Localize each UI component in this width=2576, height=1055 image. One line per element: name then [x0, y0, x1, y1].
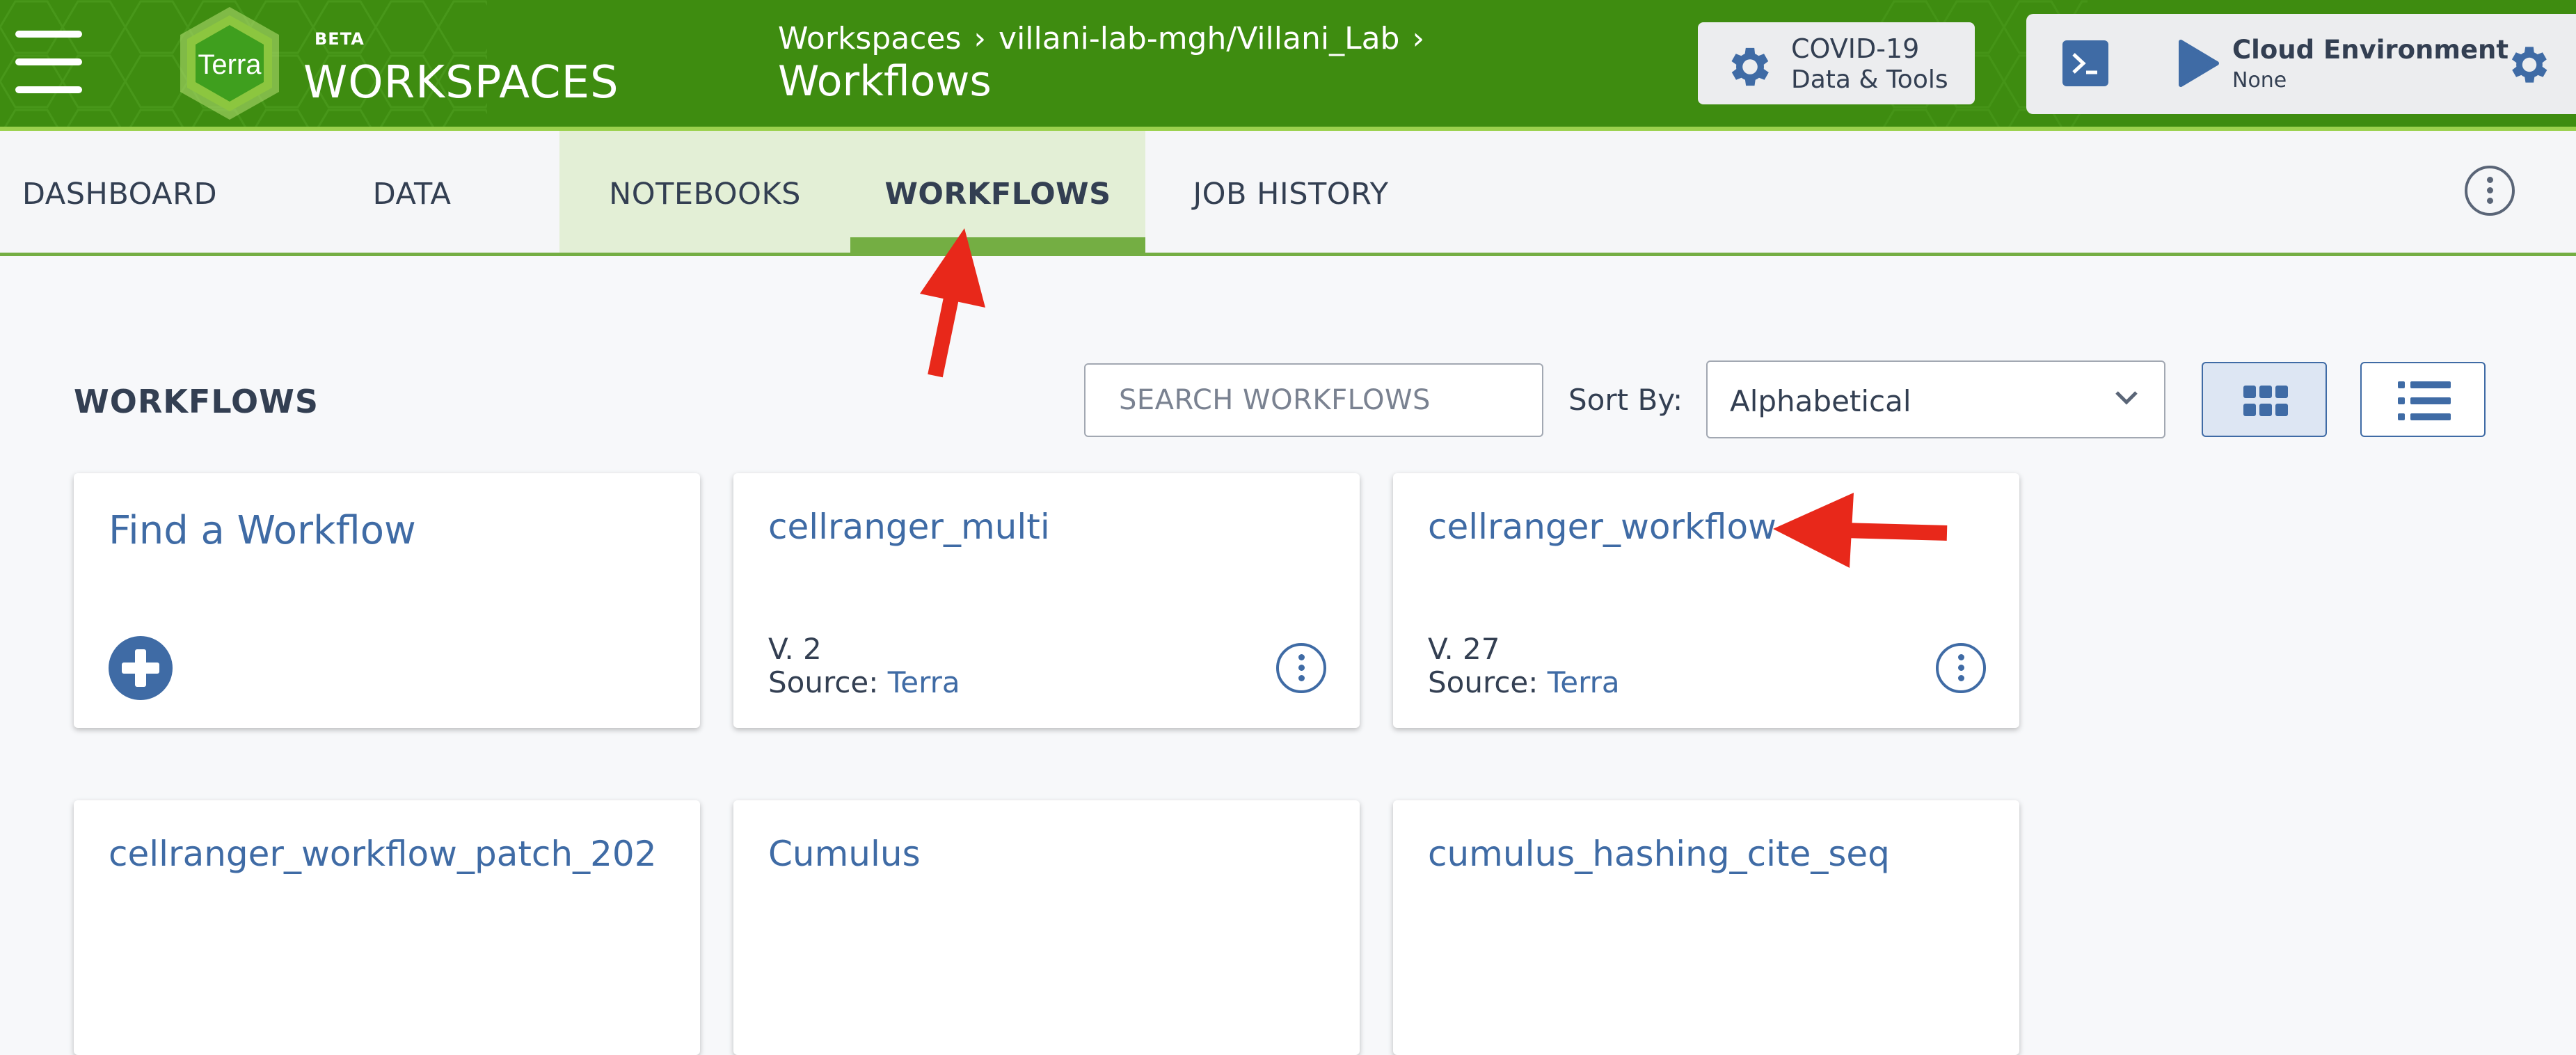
workflow-card: cellranger_multi V. 2 Source: Terra: [733, 473, 1360, 728]
covid-button-line1: COVID-19: [1791, 33, 1920, 64]
tab-job-history[interactable]: JOB HISTORY: [1162, 131, 1420, 253]
workflow-menu-kebab-icon[interactable]: [1936, 643, 1986, 693]
workflow-version: V. 2: [768, 632, 822, 666]
workflow-name-link[interactable]: cellranger_workflow_patch_202: [109, 834, 657, 874]
list-view-icon: [2398, 381, 2451, 420]
tab-label: WORKFLOWS: [884, 177, 1111, 212]
find-workflow-card[interactable]: Find a Workflow: [74, 473, 700, 728]
tab-data[interactable]: DATA: [323, 131, 501, 253]
tab-dashboard[interactable]: DASHBOARD: [0, 131, 239, 253]
covid-data-tools-button[interactable]: COVID-19 Data & Tools: [1698, 22, 1975, 104]
tab-notebooks[interactable]: NOTEBOOKS: [559, 131, 850, 253]
beta-badge: BETA: [315, 29, 365, 49]
main-menu-button[interactable]: [15, 31, 82, 93]
cloud-settings-gear-icon[interactable]: [2505, 40, 2554, 89]
tab-label: NOTEBOOKS: [609, 177, 801, 212]
breadcrumb-separator: ›: [1412, 21, 1425, 56]
grid-view-icon: [2243, 386, 2288, 416]
tab-workflows[interactable]: WORKFLOWS: [850, 131, 1145, 253]
covid-button-line2: Data & Tools: [1791, 65, 1948, 94]
terminal-icon[interactable]: [2062, 40, 2108, 86]
workflow-version: V. 27: [1428, 632, 1500, 666]
breadcrumb: Workspaces › villani-lab-mgh/Villani_Lab ›: [778, 21, 1437, 56]
breadcrumb-workspace-name[interactable]: villani-lab-mgh/Villani_Lab: [999, 21, 1399, 56]
logo-text: Terra: [198, 49, 262, 80]
terra-logo[interactable]: Terra: [170, 4, 289, 122]
workflow-card: cellranger_workflow_patch_202: [74, 800, 700, 1055]
source-link[interactable]: Terra: [888, 665, 960, 699]
sort-by-select[interactable]: Alphabetical: [1706, 360, 2165, 438]
plus-circle-icon[interactable]: [109, 636, 173, 700]
workflow-name-link[interactable]: cumulus_hashing_cite_seq: [1428, 834, 1890, 874]
cloud-environment-panel: Cloud Environment None: [2026, 14, 2576, 114]
cloud-environment-status: None: [2232, 68, 2287, 93]
workflow-menu-kebab-icon[interactable]: [1276, 643, 1326, 693]
active-tab-indicator: [850, 237, 1145, 253]
breadcrumb-separator: ›: [973, 21, 987, 56]
chevron-down-icon: [2115, 391, 2138, 405]
source-label: Source:: [1428, 665, 1539, 699]
section-title: WORKFLOWS: [74, 383, 319, 420]
sort-by-label: Sort By:: [1568, 383, 1683, 417]
page-title: Workflows: [778, 57, 992, 106]
cloud-environment-title[interactable]: Cloud Environment: [2232, 35, 2509, 65]
source-link[interactable]: Terra: [1548, 665, 1620, 699]
sort-by-value: Alphabetical: [1730, 384, 1911, 418]
workflow-card: cumulus_hashing_cite_seq: [1393, 800, 2019, 1055]
top-header: Terra BETA WORKSPACES Workspaces › villani…: [0, 0, 2576, 131]
find-workflow-title[interactable]: Find a Workflow: [109, 508, 416, 553]
workflow-name-link[interactable]: cellranger_multi: [768, 507, 1050, 547]
tab-label: DATA: [372, 177, 452, 212]
breadcrumb-workspaces[interactable]: Workspaces: [778, 21, 961, 56]
source-label: Source:: [768, 665, 879, 699]
brand-title[interactable]: WORKSPACES: [303, 57, 619, 109]
workflow-source: Source: Terra: [768, 665, 960, 699]
play-icon[interactable]: [2178, 39, 2220, 88]
workflow-card: cellranger_workflow V. 27 Source: Terra: [1393, 473, 2019, 728]
search-workflows-input[interactable]: [1084, 363, 1543, 437]
tab-label: JOB HISTORY: [1193, 177, 1389, 212]
tab-label: DASHBOARD: [22, 177, 218, 212]
workflow-card: Cumulus: [733, 800, 1360, 1055]
list-view-button[interactable]: [2360, 362, 2486, 437]
workspace-menu-kebab-icon[interactable]: [2465, 166, 2515, 216]
workflow-name-link[interactable]: Cumulus: [768, 834, 921, 874]
gear-icon: [1731, 47, 1769, 86]
workflow-source: Source: Terra: [1428, 665, 1620, 699]
workflow-name-link[interactable]: cellranger_workflow: [1428, 507, 1776, 547]
grid-view-button[interactable]: [2202, 362, 2327, 437]
workspace-tab-bar: DASHBOARD DATA NOTEBOOKS WORKFLOWS JOB H…: [0, 131, 2576, 256]
